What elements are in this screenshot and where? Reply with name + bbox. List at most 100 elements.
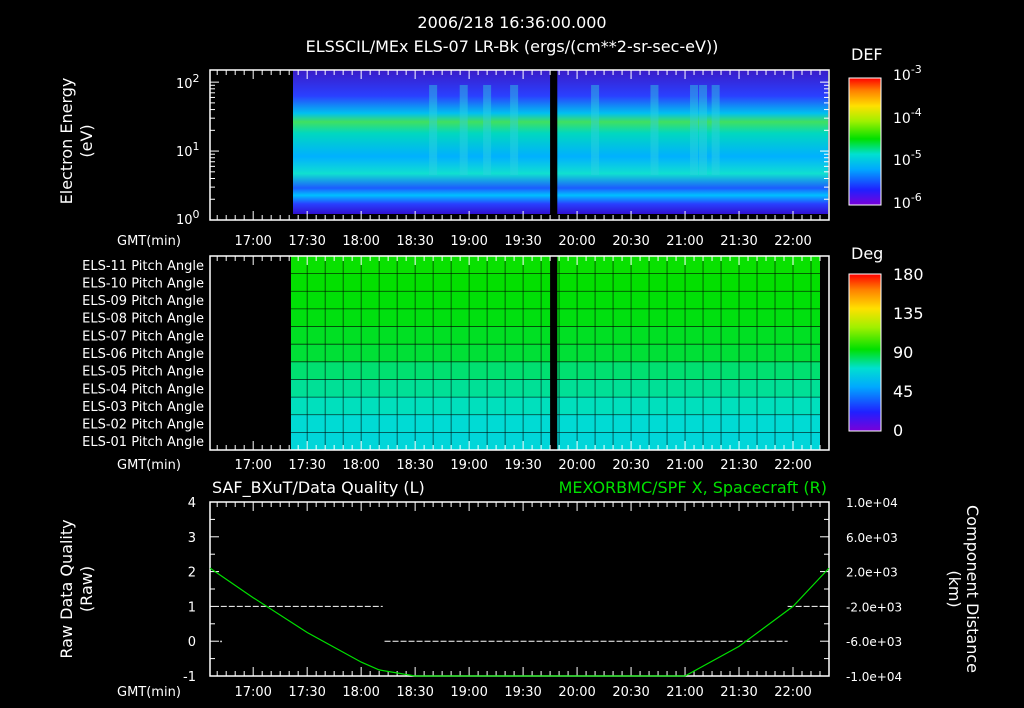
- quality-ylabel-line1: Raw Data Quality: [57, 519, 76, 658]
- distance-right-tick-label-4: -6.0e+03: [846, 635, 902, 649]
- x-tick-label-2-9: 21:30: [720, 458, 757, 473]
- pitch-row-label-2: ELS-10 Pitch Angle: [82, 276, 204, 291]
- x-tick-label-3-4: 19:00: [450, 685, 487, 700]
- quality-left-tick-label-3: 1: [188, 600, 196, 615]
- deg-tick-label-135: 135: [893, 304, 924, 323]
- quality-panel-right-title: MEXORBMC/SPF X, Spacecraft (R): [559, 478, 827, 497]
- x-tick-label-2-10: 22:00: [774, 458, 811, 473]
- energy-ylabel-line2: (eV): [77, 124, 96, 157]
- x-tick-label-3-3: 18:30: [396, 685, 433, 700]
- x-tick-label-3-9: 21:30: [720, 685, 757, 700]
- x-tick-label-1-7: 20:30: [612, 234, 649, 249]
- distance-right-tick-label-5: -1.0e+04: [846, 670, 902, 684]
- def-tick-label-4: 10-6: [893, 191, 922, 212]
- quality-left-tick-label-0: 4: [188, 496, 196, 511]
- quality-panel-left-title: SAF_BXuT/Data Quality (L): [212, 478, 425, 498]
- def-tick-label-2: 10-4: [893, 106, 922, 127]
- spectrogram-burst-6: [690, 85, 699, 175]
- distance-right-tick-label-2: 2.0e+03: [846, 566, 898, 580]
- spectrogram-burst-1: [459, 85, 468, 175]
- pitch-row-label-11: ELS-01 Pitch Angle: [82, 435, 204, 450]
- distance-right-tick-label-1: 6.0e+03: [846, 531, 898, 545]
- x-tick-label-3-2: 18:00: [342, 685, 379, 700]
- pitch-row-label-3: ELS-09 Pitch Angle: [82, 294, 204, 309]
- def-tick-label-1: 10-3: [893, 63, 922, 84]
- energy-tick-label-1e1: 101: [176, 140, 200, 160]
- x-tick-label-3-8: 21:00: [666, 685, 703, 700]
- def-colorbar-label: DEF: [851, 45, 883, 64]
- x-tick-label-3-0: 17:00: [234, 685, 271, 700]
- pitch-data-gap: [550, 256, 558, 450]
- x-tick-label-2-7: 20:30: [612, 458, 649, 473]
- spectrogram-burst-4: [591, 85, 600, 175]
- plot-subtitle: ELSSCIL/MEx ELS-07 LR-Bk (ergs/(cm**2-sr…: [306, 37, 719, 56]
- x-tick-labels-2: 17:00 17:30 18:00 18:30 19:00 19:30 20:00 20:30…: [234, 458, 811, 473]
- distance-right-tick-label-3: -2.0e+03: [846, 600, 902, 614]
- x-tick-label-2-1: 17:30: [288, 458, 325, 473]
- pitch-row-label-6: ELS-06 Pitch Angle: [82, 347, 204, 362]
- x-tick-labels-3: 17:00 17:30 18:00 18:30 19:00 19:30 20:00 20:30…: [234, 685, 811, 700]
- quality-point-0: [220, 640, 222, 643]
- pitch-row-label-1: ELS-11 Pitch Angle: [82, 259, 204, 274]
- x-tick-label-2-4: 19:00: [450, 458, 487, 473]
- x-tick-label-3-1: 17:30: [288, 685, 325, 700]
- spacecraft-x-line: [209, 567, 830, 677]
- quality-distance-panel: SAF_BXuT/Data Quality (L) MEXORBMC/SPF X…: [57, 478, 982, 700]
- x-tick-label-2-3: 18:30: [396, 458, 433, 473]
- deg-tick-label-45: 45: [893, 382, 913, 401]
- deg-tick-label-90: 90: [893, 343, 913, 362]
- quality-left-tick-label-4: 0: [188, 635, 196, 650]
- pitch-row-label-5: ELS-07 Pitch Angle: [82, 329, 204, 344]
- x-tick-label-1-4: 19:00: [450, 234, 487, 249]
- distance-right-tick-label-0: 1.0e+04: [846, 496, 898, 510]
- quality-ylabel-line2: (Raw): [77, 566, 96, 612]
- energy-ylabel-line1: Electron Energy: [57, 78, 76, 205]
- x-tick-label-1-6: 20:00: [558, 234, 595, 249]
- pitch-row-label-9: ELS-03 Pitch Angle: [82, 400, 204, 415]
- spectrogram-burst-2: [483, 85, 492, 175]
- spectrogram-data-gap: [550, 70, 558, 214]
- pitch-angle-panel: ELS-11 Pitch Angle ELS-10 Pitch Angle ELS-…: [82, 244, 923, 473]
- pitch-row-label-8: ELS-04 Pitch Angle: [82, 382, 204, 397]
- spectrogram-burst-5: [650, 85, 659, 175]
- energy-tick-label-1e0: 100: [176, 208, 200, 228]
- x-tick-label-1-10: 22:00: [774, 234, 811, 249]
- deg-colorbar: [848, 273, 882, 432]
- pitch-angle-cells: [290, 256, 821, 450]
- x-tick-label-2-0: 17:00: [234, 458, 271, 473]
- energy-spectrogram-panel: Electron Energy (eV) 100 101 102 GMT(min…: [57, 45, 922, 249]
- deg-tick-label-0: 0: [893, 421, 903, 440]
- x-tick-label-2-2: 18:00: [342, 458, 379, 473]
- x-tick-label-1-0: 17:00: [234, 234, 271, 249]
- x-axis-label-2: GMT(min): [117, 458, 181, 473]
- x-tick-label-2-5: 19:30: [504, 458, 541, 473]
- distance-ylabel-line1: Component Distance: [963, 505, 982, 673]
- x-tick-label-1-9: 21:30: [720, 234, 757, 249]
- pitch-row-label-4: ELS-08 Pitch Angle: [82, 312, 204, 327]
- quality-left-tick-label-5: -1: [183, 670, 196, 685]
- x-tick-label-2-6: 20:00: [558, 458, 595, 473]
- els-summary-plot: 2006/218 16:36:00.000 ELSSCIL/MEx ELS-07…: [57, 13, 982, 700]
- quality-left-tick-labels: 4 3 2 1 0 -1: [183, 496, 196, 685]
- pitch-row-labels: ELS-11 Pitch Angle ELS-10 Pitch Angle ELS-…: [82, 259, 204, 450]
- spectrogram-data-area: [293, 70, 828, 214]
- x-tick-label-1-1: 17:30: [288, 234, 325, 249]
- x-tick-label-1-5: 19:30: [504, 234, 541, 249]
- x-tick-label-1-3: 18:30: [396, 234, 433, 249]
- quality-panel-frame: [209, 501, 830, 677]
- x-axis-label-3: GMT(min): [117, 685, 181, 700]
- pitch-row-label-10: ELS-02 Pitch Angle: [82, 418, 204, 433]
- distance-ylabel-line2: (km): [945, 570, 964, 607]
- spectrogram-burst-3: [510, 85, 519, 175]
- x-tick-label-2-8: 21:00: [666, 458, 703, 473]
- quality-left-tick-label-1: 3: [188, 531, 196, 546]
- quality-left-tick-label-2: 2: [188, 566, 196, 581]
- x-tick-label-3-6: 20:00: [558, 685, 595, 700]
- spectrogram-burst-7: [699, 85, 708, 175]
- x-tick-label-3-7: 20:30: [612, 685, 649, 700]
- pitch-row-label-7: ELS-05 Pitch Angle: [82, 365, 204, 380]
- deg-colorbar-label: Deg: [851, 244, 883, 263]
- quality-panel-ticks: [210, 501, 830, 677]
- distance-right-tick-labels: 1.0e+04 6.0e+03 2.0e+03 -2.0e+03 -6.0e+03 -1.…: [846, 496, 902, 684]
- quality-panel-series: [209, 567, 830, 677]
